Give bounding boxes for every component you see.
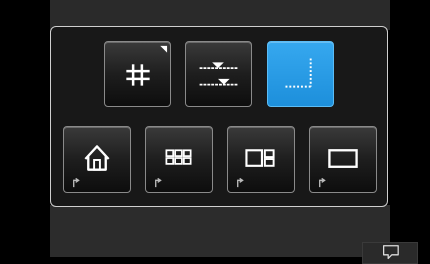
split-view-icon: [237, 149, 275, 188]
dotted-corner-button[interactable]: [267, 41, 334, 107]
return-indicator-icon: [155, 177, 162, 188]
chat-button[interactable]: [362, 242, 418, 264]
speech-bubble-icon: [383, 245, 399, 260]
corner-indicator-icon: [160, 45, 168, 53]
level-indicator-icon: [199, 62, 238, 86]
return-indicator-icon: [73, 177, 80, 188]
return-indicator-icon: [319, 177, 326, 188]
home-button[interactable]: [63, 126, 131, 193]
thumbnail-grid-button[interactable]: [145, 126, 213, 193]
home-icon: [73, 145, 110, 188]
grid-button[interactable]: [104, 41, 171, 107]
thumbnail-grid-icon: [155, 149, 192, 188]
dotted-corner-icon: [285, 58, 312, 88]
level-button[interactable]: [185, 41, 252, 107]
single-frame-icon: [319, 149, 358, 188]
background-bottom-bar: [50, 205, 390, 257]
return-indicator-icon: [237, 177, 244, 188]
single-frame-button[interactable]: [309, 126, 377, 193]
split-view-button[interactable]: [227, 126, 295, 193]
grid-hash-icon: [126, 45, 168, 86]
